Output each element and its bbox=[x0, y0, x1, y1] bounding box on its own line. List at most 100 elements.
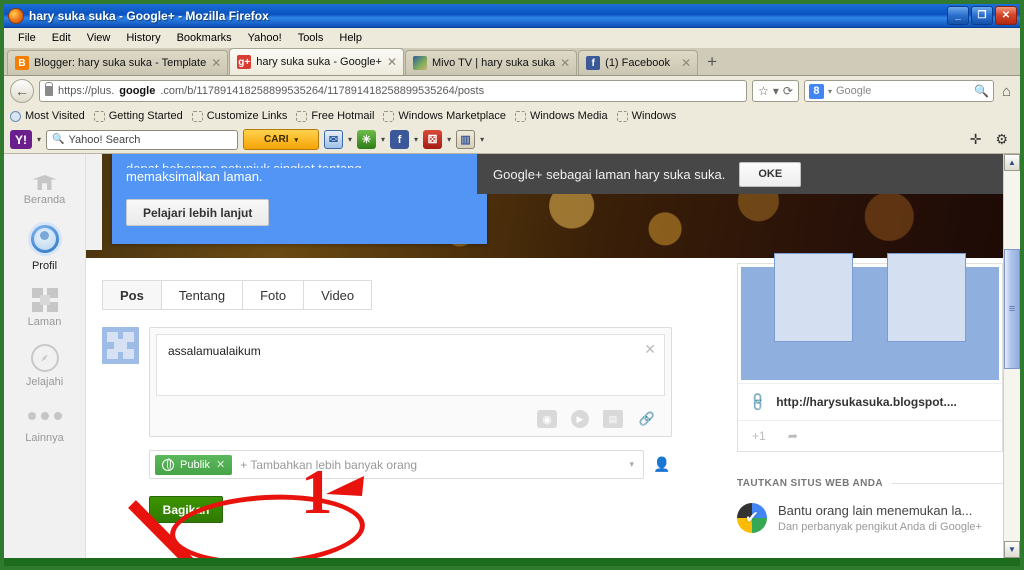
vertical-scrollbar[interactable]: ▲ ▼ bbox=[1003, 154, 1020, 558]
url-bar-controls: ☆ ▾ ⟳ bbox=[752, 80, 799, 102]
browser-tab-mivo[interactable]: Mivo TV | hary suka suka ✕ bbox=[405, 50, 578, 75]
plus-one-button[interactable]: +1 bbox=[752, 429, 766, 443]
promo-line: memaksimalkan laman. bbox=[126, 169, 263, 184]
bookmark-label: Windows bbox=[631, 110, 677, 122]
restore-button[interactable]: ❐ bbox=[971, 6, 993, 25]
reload-icon[interactable]: ⟳ bbox=[783, 84, 793, 98]
most-visited-icon bbox=[10, 110, 21, 122]
post-text-input[interactable]: assalamualaikum ✕ bbox=[156, 334, 665, 396]
chevron-down-icon[interactable]: ▾ bbox=[480, 135, 484, 144]
sidebar-item-laman[interactable]: Laman bbox=[4, 288, 85, 328]
chevron-down-icon[interactable]: ▾ bbox=[348, 135, 352, 144]
book-icon[interactable]: ▥ bbox=[456, 130, 476, 149]
camera-icon[interactable]: ◉ bbox=[537, 410, 557, 428]
close-icon[interactable]: ✕ bbox=[216, 458, 225, 471]
asterisk-icon[interactable]: ✳ bbox=[357, 130, 377, 149]
close-icon[interactable]: ✕ bbox=[560, 56, 570, 70]
firefox-window: hary suka suka - Google+ - Mozilla Firef… bbox=[0, 0, 1024, 570]
tab-tentang[interactable]: Tentang bbox=[161, 280, 244, 310]
scroll-down-button[interactable]: ▼ bbox=[1004, 541, 1020, 558]
verified-badge-icon bbox=[737, 503, 767, 533]
back-button[interactable]: ← bbox=[10, 79, 34, 103]
bookmark-windows-media[interactable]: Windows Media bbox=[514, 110, 608, 122]
chevron-down-icon[interactable]: ▾ bbox=[37, 135, 41, 144]
compass-icon bbox=[30, 344, 59, 372]
search-icon[interactable]: 🔍 bbox=[974, 84, 989, 98]
menu-file[interactable]: File bbox=[10, 32, 44, 44]
new-tab-button[interactable]: + bbox=[699, 52, 725, 75]
chevron-down-icon[interactable]: ▾ bbox=[773, 84, 779, 98]
bookmark-icon bbox=[616, 110, 628, 122]
menu-help[interactable]: Help bbox=[331, 32, 370, 44]
close-icon[interactable]: ✕ bbox=[644, 341, 656, 358]
oke-button[interactable]: OKE bbox=[739, 161, 802, 187]
bookmark-free-hotmail[interactable]: Free Hotmail bbox=[296, 110, 374, 122]
browser-tab-facebook[interactable]: f (1) Facebook ✕ bbox=[578, 50, 699, 75]
chevron-down-icon[interactable]: ▾ bbox=[629, 459, 638, 470]
bookmark-most-visited[interactable]: Most Visited bbox=[10, 110, 85, 122]
menu-view[interactable]: View bbox=[79, 32, 119, 44]
banner-text: Google+ sebagai laman hary suka suka. bbox=[493, 166, 726, 182]
bookmark-star-icon[interactable]: ☆ bbox=[758, 84, 769, 98]
envelope-icon[interactable]: ✉ bbox=[324, 130, 344, 149]
browser-tab-blogger[interactable]: B Blogger: hary suka suka - Template ✕ bbox=[7, 50, 229, 75]
share-section: Publik ✕ + Tambahkan lebih banyak orang … bbox=[149, 450, 672, 523]
chevron-down-icon[interactable]: ▾ bbox=[381, 135, 385, 144]
share-button[interactable]: Bagikan bbox=[149, 496, 223, 523]
scrollbar-thumb[interactable] bbox=[1004, 249, 1020, 369]
sidebar-item-lainnya[interactable]: Lainnya bbox=[4, 404, 85, 444]
browser-tab-google-plus[interactable]: g+ hary suka suka - Google+ ✕ bbox=[229, 48, 404, 75]
blogger-icon: B bbox=[15, 56, 29, 70]
card-link-row[interactable]: 🔗 http://harysukasuka.blogspot.... bbox=[738, 383, 1002, 420]
menu-edit[interactable]: Edit bbox=[44, 32, 79, 44]
sidebar-item-profil[interactable]: Profil bbox=[4, 222, 85, 272]
divider bbox=[892, 483, 1003, 484]
promo-title: Bantu orang lain menemukan la... bbox=[778, 503, 973, 518]
chevron-down-icon[interactable]: ▾ bbox=[414, 135, 418, 144]
bookmark-windows[interactable]: Windows bbox=[616, 110, 677, 122]
menu-bookmarks[interactable]: Bookmarks bbox=[169, 32, 240, 44]
menu-yahoo[interactable]: Yahoo! bbox=[240, 32, 290, 44]
dice-icon[interactable]: ⚄ bbox=[423, 130, 443, 149]
bookmark-windows-marketplace[interactable]: Windows Marketplace bbox=[383, 110, 506, 122]
chevron-down-icon[interactable]: ▾ bbox=[828, 87, 832, 96]
menu-tools[interactable]: Tools bbox=[290, 32, 332, 44]
website-promo[interactable]: Bantu orang lain menemukan la... Dan per… bbox=[737, 503, 1003, 533]
tab-pos[interactable]: Pos bbox=[102, 280, 162, 310]
bookmark-icon bbox=[514, 110, 526, 122]
link-icon[interactable]: 🔗 bbox=[637, 410, 657, 428]
chevron-down-icon[interactable]: ▾ bbox=[447, 135, 451, 144]
bookmark-getting-started[interactable]: Getting Started bbox=[93, 110, 183, 122]
close-icon[interactable]: ✕ bbox=[387, 55, 397, 69]
yahoo-logo-icon[interactable]: Y! bbox=[10, 130, 32, 149]
chevron-down-icon[interactable]: ▾ bbox=[294, 136, 298, 144]
sidebar-item-beranda[interactable]: Beranda bbox=[4, 166, 85, 206]
share-arrow-icon[interactable]: ➦ bbox=[788, 429, 798, 443]
learn-more-button[interactable]: Pelajari lebih lanjut bbox=[126, 199, 270, 226]
audience-chip-publik[interactable]: Publik ✕ bbox=[155, 454, 233, 475]
url-bar[interactable]: https://plus. google .com/b/11789141825889… bbox=[39, 80, 748, 102]
tab-video[interactable]: Video bbox=[304, 280, 373, 310]
minimize-button[interactable]: _ bbox=[947, 6, 969, 25]
home-icon[interactable]: ⌂ bbox=[999, 83, 1014, 100]
sidebar-item-jelajahi[interactable]: Jelajahi bbox=[4, 344, 85, 388]
add-person-icon[interactable]: 👤 bbox=[652, 456, 672, 473]
tab-foto[interactable]: Foto bbox=[243, 280, 305, 310]
bookmark-customize-links[interactable]: Customize Links bbox=[191, 110, 287, 122]
home-icon bbox=[31, 166, 58, 190]
facebook-icon[interactable]: f bbox=[390, 130, 410, 149]
search-input[interactable]: 8 ▾ Google 🔍 bbox=[803, 80, 994, 102]
close-icon[interactable]: ✕ bbox=[211, 56, 221, 70]
yahoo-search-input[interactable]: 🔍 Yahoo! Search bbox=[46, 129, 239, 150]
scroll-up-button[interactable]: ▲ bbox=[1004, 154, 1020, 171]
cari-button[interactable]: CARI ▾ bbox=[243, 129, 320, 150]
close-icon[interactable]: ✕ bbox=[681, 56, 691, 70]
tab-label: Blogger: hary suka suka - Template bbox=[34, 57, 207, 69]
calendar-icon[interactable]: ▤ bbox=[603, 410, 623, 428]
add-icon[interactable]: ✛ bbox=[970, 131, 982, 148]
gear-icon[interactable]: ⚙ bbox=[995, 131, 1008, 148]
audience-input[interactable]: Publik ✕ + Tambahkan lebih banyak orang … bbox=[149, 450, 644, 479]
close-button[interactable]: ✕ bbox=[995, 6, 1017, 25]
menu-history[interactable]: History bbox=[118, 32, 168, 44]
video-icon[interactable]: ▶ bbox=[571, 410, 589, 428]
